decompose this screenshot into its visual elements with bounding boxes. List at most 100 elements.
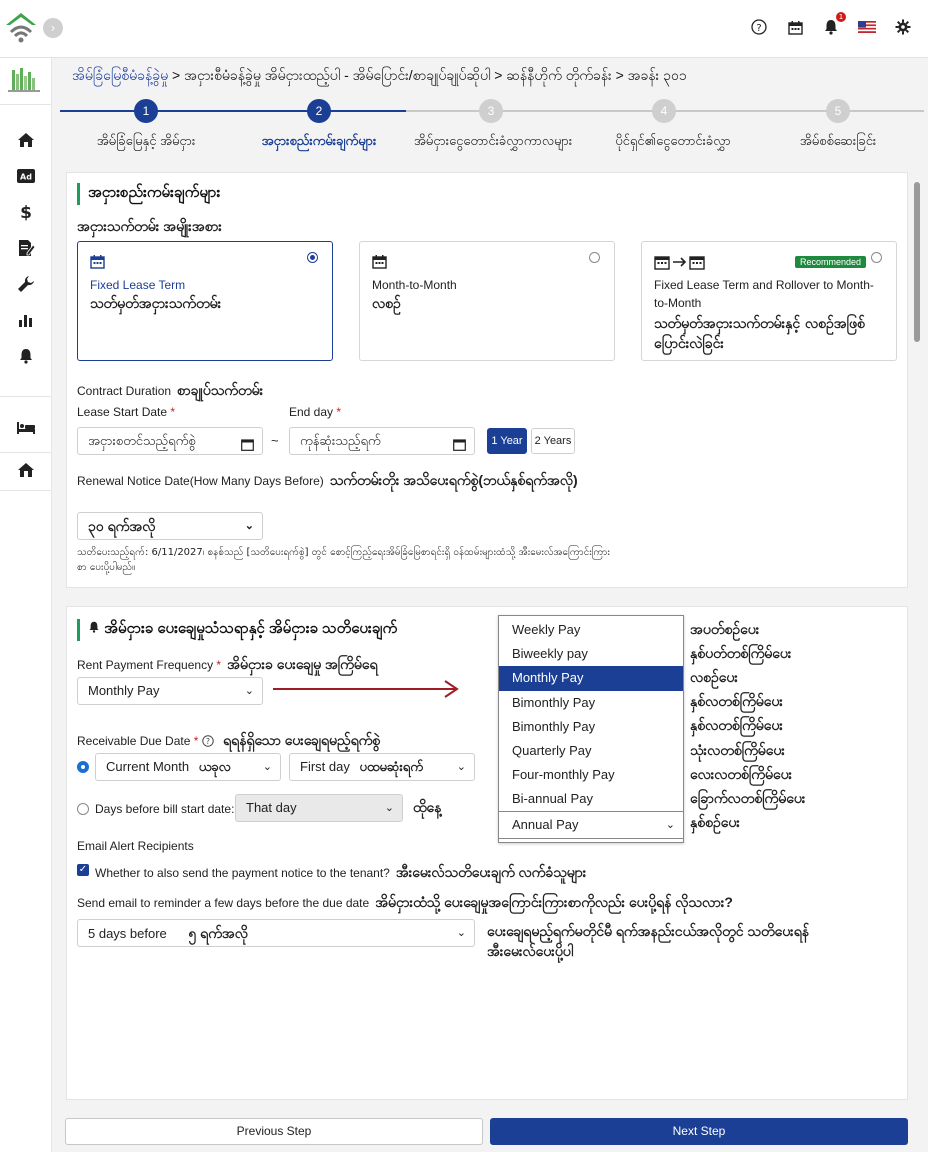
gear-icon[interactable] — [894, 18, 912, 36]
step-4-circle[interactable]: 4 — [652, 99, 676, 123]
calendar-icon — [372, 254, 387, 273]
reminder-note-line-2: အီးမေးလ်ပေးပို့ပါ — [487, 943, 574, 959]
lease-option-rollover[interactable]: Recommended Fixed Lease Term and Rollove… — [641, 241, 897, 361]
dropdown-option-selected[interactable]: Monthly Pay — [499, 666, 683, 691]
building-logo — [6, 64, 42, 94]
stepper-progress-line — [60, 110, 406, 112]
lease-option-monthly-mm: လစဉ် — [372, 296, 401, 312]
calendar-icon[interactable] — [453, 434, 466, 454]
sidebar: Ad $ — [0, 58, 52, 1152]
renewal-notice-select[interactable]: ၃၀ ရက်အလို ⌄ — [77, 512, 263, 540]
lease-option-rollover-radio[interactable] — [871, 252, 882, 263]
lease-option-rollover-en: Fixed Lease Term and Rollover to Month-t… — [654, 278, 874, 310]
lease-option-monthly-radio[interactable] — [589, 252, 600, 263]
chevron-down-icon: ⌄ — [384, 802, 394, 814]
lease-option-fixed-mm: သတ်မှတ်အငှားသက်တမ်း — [90, 296, 222, 312]
bell-icon[interactable] — [0, 338, 52, 374]
lease-option-fixed-en: Fixed Lease Term — [90, 278, 186, 292]
chevron-down-icon: ⌄ — [244, 520, 254, 532]
dropdown-option[interactable]: Bi-annual Pay — [499, 787, 683, 811]
due-date-en: Receivable Due Date — [77, 734, 191, 748]
scrollbar-thumb[interactable] — [914, 182, 920, 342]
lease-end-date-input[interactable]: ကုန်ဆုံးသည့်ရက် — [289, 427, 475, 455]
payment-card: အိမ်ငှားခ ပေးချေမှုသံသရာနှင့် အိမ်ငှားခ … — [66, 606, 908, 1100]
option-translation: လေးလတစ်ကြိမ်ပေး — [690, 767, 793, 783]
end-day-text: End day — [289, 405, 334, 419]
home-icon[interactable] — [0, 122, 52, 158]
ad-icon[interactable]: Ad — [0, 158, 52, 194]
chevron-down-icon: ⌄ — [244, 685, 254, 697]
days-before-radio[interactable] — [77, 803, 89, 815]
annual-pay-select[interactable]: Annual Pay ⌄ — [498, 811, 684, 839]
step-2-circle[interactable]: 2 — [307, 99, 331, 123]
renewal-notice-note: သတိပေးသည့်ရက်: 6/11/2027၊ စနစ်သည် [သတိပေ… — [77, 547, 610, 573]
wrench-icon[interactable] — [0, 266, 52, 302]
end-day-label: End day * — [289, 405, 342, 419]
dropdown-option[interactable]: Bimonthly Pay — [499, 691, 683, 715]
current-month-select[interactable]: Current Month ယခုလ ⌄ — [95, 753, 281, 781]
help-icon[interactable]: ? — [750, 18, 768, 36]
bar-chart-icon[interactable] — [0, 302, 52, 338]
that-day-select[interactable]: That day ⌄ — [235, 794, 403, 822]
payment-frequency-select[interactable]: Monthly Pay ⌄ — [77, 677, 263, 705]
reminder-days-select[interactable]: 5 days before ၅ ရက်အလို ⌄ — [77, 919, 475, 947]
lease-option-monthly-en: Month-to-Month — [372, 278, 457, 292]
calendar-icon[interactable] — [786, 18, 804, 36]
lease-type-label: အငှားသက်တမ်း အမျိုးအစား — [77, 218, 222, 234]
current-month-mm: ယခုလ — [198, 759, 231, 774]
dropdown-option[interactable]: Four-monthly Pay — [499, 763, 683, 787]
lease-start-text: Lease Start Date — [77, 405, 168, 419]
breadcrumb: အိမ်ခြံမြေစီမံခန့်ခွဲမှု > အငှားစီမံခန့်… — [72, 66, 687, 87]
contract-duration-mm: စာချုပ်သက်တမ်း — [177, 382, 264, 398]
step-3-label[interactable]: အိမ်ငှားငွေတောင်းခံလွှာကာလများ — [414, 133, 572, 152]
option-translation: နှစ်ပတ်တစ်ကြိမ်ပေး — [690, 646, 792, 662]
top-bar: › ? 1 — [0, 0, 928, 58]
help-icon[interactable]: ? — [202, 734, 214, 748]
payment-frequency-dropdown: Weekly Pay Biweekly pay Monthly Pay Bimo… — [498, 615, 684, 843]
recommended-badge: Recommended — [794, 256, 866, 268]
first-day-select[interactable]: First day ပထမဆုံးရက် ⌄ — [289, 753, 475, 781]
step-5-label[interactable]: အိမ်စစ်ဆေးခြင်း — [800, 133, 876, 152]
bed-icon[interactable] — [0, 410, 52, 446]
dollar-icon[interactable]: $ — [0, 194, 52, 230]
lease-start-date-input[interactable]: အငှားစတင်သည့်ရက်စွဲ — [77, 427, 263, 455]
step-4-label[interactable]: ပိုင်ရှင်၏ငွေတောင်းခံလွှာ — [615, 133, 731, 152]
previous-step-button[interactable]: Previous Step — [65, 1118, 483, 1145]
lease-option-fixed[interactable]: Fixed Lease Term သတ်မှတ်အငှားသက်တမ်း — [77, 241, 333, 361]
email-recipients-label: Email Alert Recipients — [77, 839, 194, 853]
send-tenant-checkbox[interactable]: ✓ — [77, 864, 89, 876]
renewal-notice-mm: သက်တမ်းတိုး အသိပေးရက်စွဲ(ဘယ်နှစ်ရက်အလို) — [329, 472, 578, 488]
dropdown-option[interactable]: Weekly Pay — [499, 618, 683, 642]
bell-icon — [88, 620, 100, 637]
dropdown-option[interactable]: Quarterly Pay — [499, 739, 683, 763]
house-icon[interactable] — [0, 452, 52, 488]
breadcrumb-rest: > အငှားစီမံခန့်ခွဲမှု အိမ်ငှားထည့်ပါ - အ… — [168, 67, 687, 83]
payment-frequency-value: Monthly Pay — [88, 683, 160, 698]
one-year-button[interactable]: 1 Year — [487, 428, 527, 454]
option-translation: အပတ်စဉ်ပေး — [690, 622, 760, 638]
calendar-icon[interactable] — [241, 434, 254, 454]
breadcrumb-link-property[interactable]: အိမ်ခြံမြေစီမံခန့်ခွဲမှု — [72, 67, 168, 83]
dropdown-option[interactable]: Biweekly pay — [499, 642, 683, 666]
two-years-button[interactable]: 2 Years — [531, 428, 575, 454]
step-5-circle[interactable]: 5 — [826, 99, 850, 123]
wifi-home-logo[interactable] — [4, 10, 38, 46]
us-flag-icon[interactable] — [858, 18, 876, 36]
step-3-circle[interactable]: 3 — [479, 99, 503, 123]
current-month-radio[interactable] — [77, 761, 89, 773]
chevron-down-icon: ⌄ — [456, 927, 466, 939]
edit-document-icon[interactable] — [0, 230, 52, 266]
step-1-circle[interactable]: 1 — [134, 99, 158, 123]
lease-terms-title: အငှားစည်းကမ်းချက်များ — [77, 183, 220, 205]
step-2-label[interactable]: အငှားစည်းကမ်းချက်များ — [262, 133, 377, 152]
sidebar-collapse-button[interactable]: › — [43, 18, 63, 38]
date-range-separator: ~ — [271, 433, 279, 448]
step-1-label[interactable]: အိမ်ခြံမြေနှင့် အိမ်ငှား — [97, 133, 196, 152]
lease-option-fixed-radio[interactable] — [307, 252, 318, 263]
send-tenant-en: Whether to also send the payment notice … — [95, 866, 390, 880]
bell-icon[interactable]: 1 — [822, 12, 846, 36]
that-day-mm: ထိုနေ့ — [413, 799, 442, 815]
lease-option-monthly[interactable]: Month-to-Month လစဉ် — [359, 241, 615, 361]
next-step-button[interactable]: Next Step — [490, 1118, 908, 1145]
dropdown-option[interactable]: Bimonthly Pay — [499, 715, 683, 739]
